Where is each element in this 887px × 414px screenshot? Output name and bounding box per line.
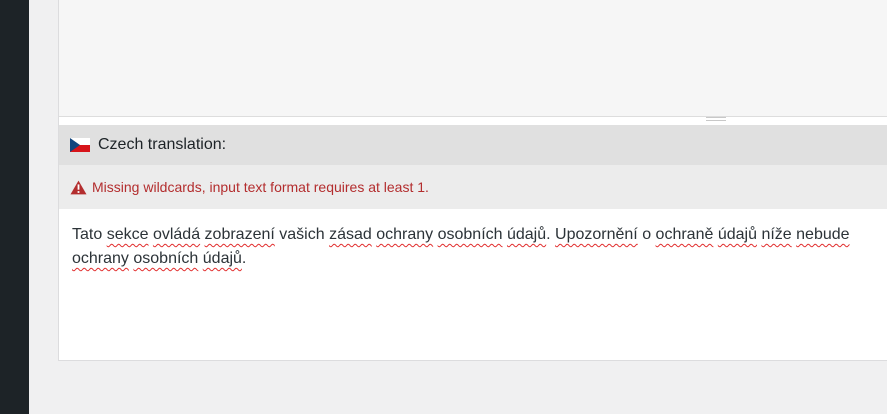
- spellcheck-word: osobních: [437, 226, 503, 243]
- spellcheck-word: sekce: [106, 226, 149, 243]
- text-segment: .: [546, 226, 556, 243]
- translation-editor: Czech translation: Missing wildcards, in…: [58, 0, 887, 361]
- spellcheck-word: osobních: [133, 250, 199, 267]
- text-segment: Tato: [72, 226, 107, 243]
- czech-translation-textarea[interactable]: Tato sekce ovládá zobrazení vašich zásad…: [59, 209, 887, 360]
- spellcheck-word: nebude: [796, 226, 850, 243]
- spellcheck-word: ovládá: [152, 226, 201, 243]
- warning-message: Missing wildcards, input text format req…: [92, 179, 429, 195]
- spellcheck-word: ochrany: [72, 250, 129, 267]
- text-segment: .: [241, 250, 247, 267]
- spellcheck-word: údajů: [717, 226, 757, 243]
- spellcheck-word: ochrany: [376, 226, 434, 243]
- translation-text-line-1: Tato sekce ovládá zobrazení vašich zásad…: [72, 223, 875, 247]
- czech-flag-icon: [70, 138, 90, 152]
- spellcheck-word: ochraně: [655, 226, 714, 243]
- page: Czech translation: Missing wildcards, in…: [0, 0, 887, 414]
- translation-header: Czech translation:: [59, 125, 887, 165]
- translation-text-line-2: ochrany osobních údajů.: [72, 247, 875, 271]
- warning-icon: [70, 180, 87, 195]
- spellcheck-word: údajů: [202, 250, 242, 267]
- source-text-area[interactable]: [59, 0, 887, 117]
- text-segment: o: [637, 226, 656, 243]
- spellcheck-word: údajů: [506, 226, 547, 243]
- admin-sidebar: [0, 0, 29, 414]
- translation-title: Czech translation:: [98, 136, 227, 153]
- spellcheck-word: zobrazení: [204, 226, 275, 243]
- resize-handle[interactable]: [706, 117, 726, 121]
- spellcheck-word: zásad: [329, 226, 372, 243]
- missing-wildcards-warning: Missing wildcards, input text format req…: [59, 165, 887, 209]
- spellcheck-word: Upozornění: [555, 226, 638, 243]
- text-segment: vašich: [274, 226, 330, 243]
- spellcheck-word: níže: [761, 226, 792, 243]
